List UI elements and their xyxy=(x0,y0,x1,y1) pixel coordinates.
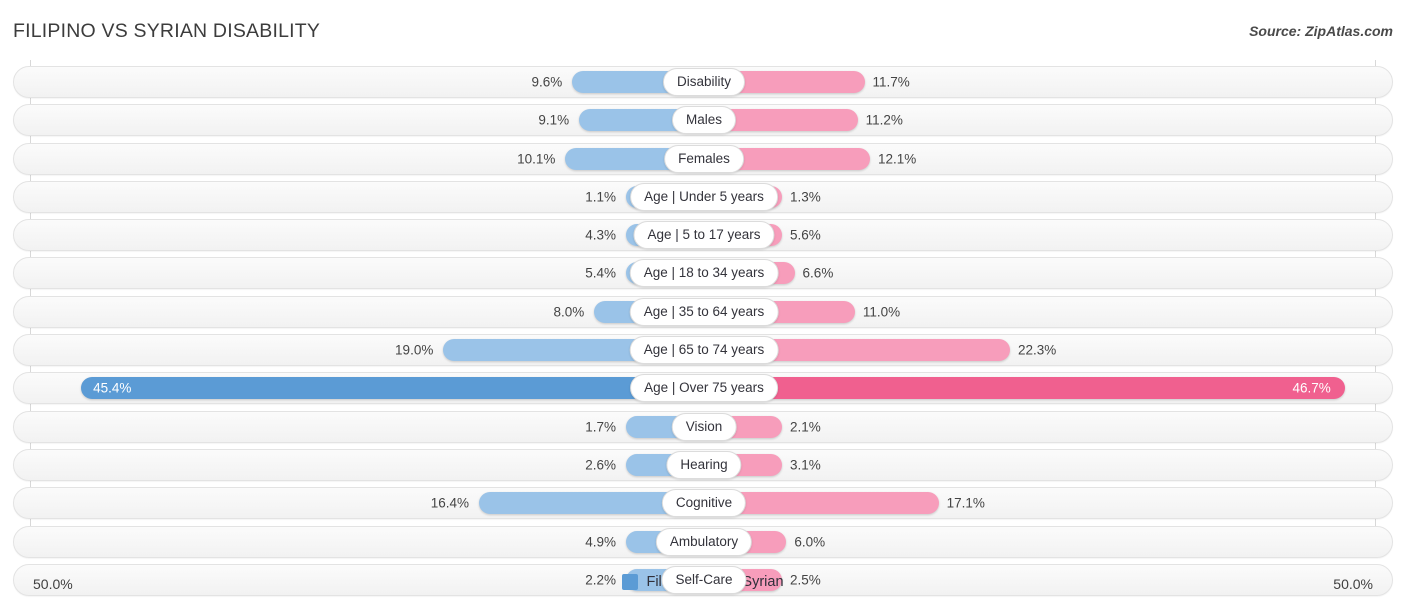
chart-plot-area: 9.6% 11.7% Disability 9.1% 11.2% Males 10.1% 12… xyxy=(0,60,1406,572)
legend-swatch-icon xyxy=(622,574,638,590)
value-label-filipino: 4.9% xyxy=(585,534,616,549)
table-row[interactable]: 19.0% 22.3% Age | 65 to 74 years xyxy=(13,334,1393,366)
table-row[interactable]: 9.6% 11.7% Disability xyxy=(13,66,1393,98)
chart-header: FILIPINO VS SYRIAN DISABILITY Source: Zi… xyxy=(0,0,1406,60)
value-label-syrian: 1.3% xyxy=(790,189,821,204)
table-row[interactable]: 16.4% 17.1% Cognitive xyxy=(13,487,1393,519)
value-label-filipino: 8.0% xyxy=(553,304,584,319)
bar-row-list: 9.6% 11.7% Disability 9.1% 11.2% Males 10.1% 12… xyxy=(13,66,1393,602)
bar-track: 10.1% 12.1% Females xyxy=(14,144,1392,174)
value-label-syrian: 11.2% xyxy=(866,113,903,128)
value-label-filipino: 4.3% xyxy=(585,228,616,243)
value-label-filipino: 2.6% xyxy=(585,457,616,472)
table-row[interactable]: 4.3% 5.6% Age | 5 to 17 years xyxy=(13,219,1393,251)
table-row[interactable]: 1.7% 2.1% Vision xyxy=(13,411,1393,443)
bar-track: 4.3% 5.6% Age | 5 to 17 years xyxy=(14,220,1392,250)
row-category-label: Ambulatory xyxy=(656,528,752,556)
row-category-label: Age | Over 75 years xyxy=(630,374,778,402)
source-attribution: Source: ZipAtlas.com xyxy=(1249,23,1393,39)
value-label-filipino: 19.0% xyxy=(395,343,433,358)
row-category-label: Males xyxy=(672,106,736,134)
value-label-filipino: 16.4% xyxy=(431,496,469,511)
row-category-label: Disability xyxy=(663,68,745,96)
value-label-filipino: 5.4% xyxy=(585,266,616,281)
row-category-label: Age | Under 5 years xyxy=(630,183,778,211)
value-label-filipino: 1.1% xyxy=(585,189,616,204)
row-category-label: Cognitive xyxy=(662,489,746,517)
bar-filipino xyxy=(81,377,704,399)
bar-track: 9.1% 11.2% Males xyxy=(14,105,1392,135)
row-category-label: Age | 65 to 74 years xyxy=(630,336,779,364)
table-row[interactable]: 5.4% 6.6% Age | 18 to 34 years xyxy=(13,257,1393,289)
value-label-syrian: 6.0% xyxy=(794,534,825,549)
table-row[interactable]: 8.0% 11.0% Age | 35 to 64 years xyxy=(13,296,1393,328)
page-title: FILIPINO VS SYRIAN DISABILITY xyxy=(13,20,320,43)
value-label-syrian: 3.1% xyxy=(790,457,821,472)
value-label-syrian: 2.1% xyxy=(790,419,821,434)
table-row[interactable]: 9.1% 11.2% Males xyxy=(13,104,1393,136)
bar-track: 1.7% 2.1% Vision xyxy=(14,412,1392,442)
bar-track: 16.4% 17.1% Cognitive xyxy=(14,488,1392,518)
table-row[interactable]: 1.1% 1.3% Age | Under 5 years xyxy=(13,181,1393,213)
bar-syrian xyxy=(704,377,1345,399)
bar-track: 8.0% 11.0% Age | 35 to 64 years xyxy=(14,297,1392,327)
value-label-filipino: 45.4% xyxy=(93,381,131,396)
bar-track: 9.6% 11.7% Disability xyxy=(14,67,1392,97)
row-category-label: Age | 18 to 34 years xyxy=(630,259,779,287)
value-label-syrian: 46.7% xyxy=(1292,381,1330,396)
table-row[interactable]: 2.6% 3.1% Hearing xyxy=(13,449,1393,481)
row-category-label: Age | 5 to 17 years xyxy=(633,221,774,249)
value-label-filipino: 10.1% xyxy=(517,151,555,166)
bar-track: 2.6% 3.1% Hearing xyxy=(14,450,1392,480)
value-label-syrian: 6.6% xyxy=(803,266,834,281)
bar-track: 5.4% 6.6% Age | 18 to 34 years xyxy=(14,258,1392,288)
table-row[interactable]: 10.1% 12.1% Females xyxy=(13,143,1393,175)
row-category-label: Age | 35 to 64 years xyxy=(630,298,779,326)
value-label-syrian: 5.6% xyxy=(790,228,821,243)
bar-track: 19.0% 22.3% Age | 65 to 74 years xyxy=(14,335,1392,365)
bar-track: 45.4% 46.7% Age | Over 75 years xyxy=(14,373,1392,403)
bar-track: 1.1% 1.3% Age | Under 5 years xyxy=(14,182,1392,212)
row-category-label: Self-Care xyxy=(661,566,746,594)
value-label-filipino: 9.6% xyxy=(532,75,563,90)
value-label-syrian: 11.0% xyxy=(863,304,900,319)
value-label-syrian: 22.3% xyxy=(1018,343,1056,358)
bar-track: 4.9% 6.0% Ambulatory xyxy=(14,527,1392,557)
table-row[interactable]: 45.4% 46.7% Age | Over 75 years xyxy=(13,372,1393,404)
value-label-syrian: 11.7% xyxy=(873,75,910,90)
row-category-label: Hearing xyxy=(666,451,741,479)
value-label-filipino: 1.7% xyxy=(585,419,616,434)
table-row[interactable]: 4.9% 6.0% Ambulatory xyxy=(13,526,1393,558)
value-label-filipino: 9.1% xyxy=(538,113,569,128)
value-label-syrian: 12.1% xyxy=(878,151,916,166)
value-label-syrian: 17.1% xyxy=(947,496,985,511)
row-category-label: Females xyxy=(664,145,744,173)
row-category-label: Vision xyxy=(672,413,737,441)
legend-label: Syrian xyxy=(742,574,783,590)
